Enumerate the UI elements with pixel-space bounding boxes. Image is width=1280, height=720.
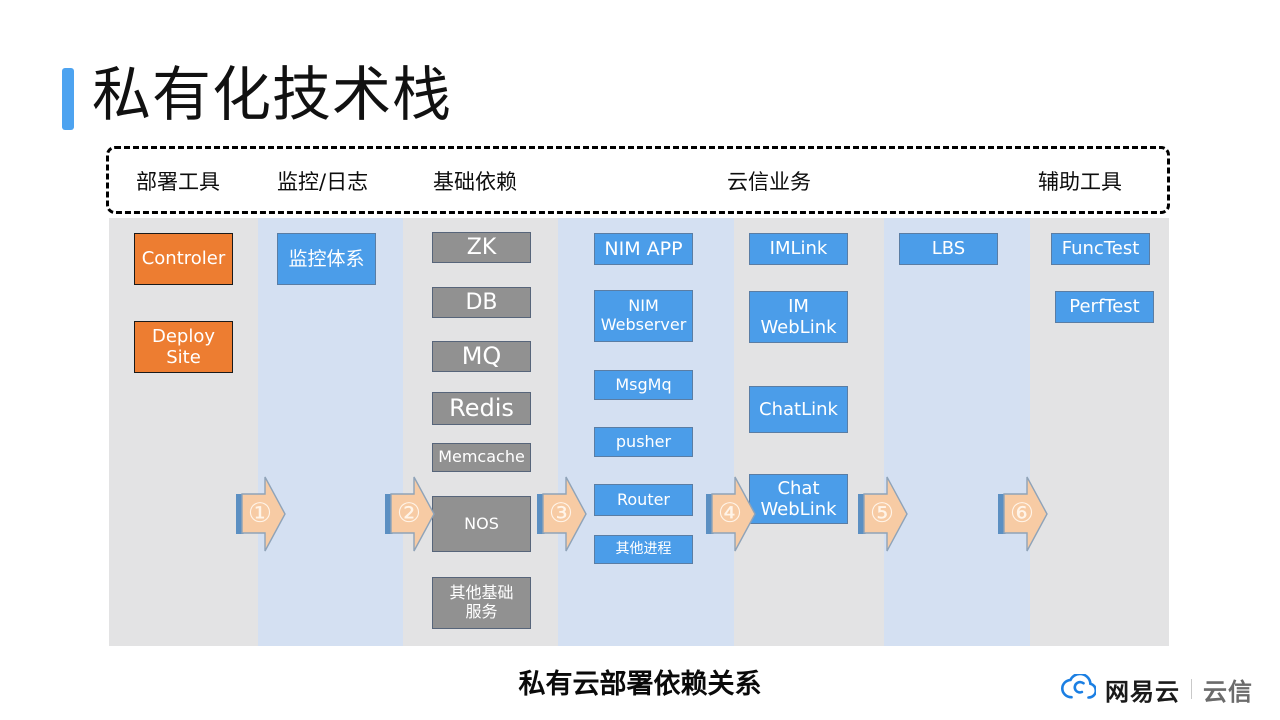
- arrow-chevron-icon: [390, 476, 435, 552]
- arrow-chevron-icon: [863, 476, 908, 552]
- node-deploy-site[interactable]: Deploy Site: [134, 321, 233, 373]
- flow-arrow-2: ②: [385, 476, 435, 552]
- node-zk[interactable]: ZK: [432, 232, 531, 263]
- node-chatlink[interactable]: ChatLink: [749, 386, 848, 433]
- title-accent-bar: [62, 68, 74, 130]
- arrow-chevron-icon: [542, 476, 587, 552]
- flow-arrow-6: ⑥: [998, 476, 1048, 552]
- category-label-1: 监控/日志: [277, 170, 369, 194]
- category-label-3: 云信业务: [727, 170, 811, 194]
- node-nim-webserver[interactable]: NIM Webserver: [594, 290, 693, 342]
- node-perftest[interactable]: PerfTest: [1055, 291, 1154, 323]
- node-im-weblink[interactable]: IM WebLink: [749, 291, 848, 343]
- cloud-icon: [1060, 672, 1098, 705]
- arrow-chevron-icon: [241, 476, 286, 552]
- node-nos[interactable]: NOS: [432, 496, 531, 552]
- node-mq[interactable]: MQ: [432, 341, 531, 372]
- arrow-chevron-icon: [711, 476, 756, 552]
- node-chat-weblink[interactable]: Chat WebLink: [749, 474, 848, 524]
- node-imlink[interactable]: IMLink: [749, 233, 848, 265]
- flow-arrow-1: ①: [236, 476, 286, 552]
- node-memcache[interactable]: Memcache: [432, 443, 531, 472]
- node-lbs[interactable]: LBS: [899, 233, 998, 265]
- category-label-0: 部署工具: [136, 170, 220, 194]
- category-header-band: [106, 146, 1170, 214]
- node-controler[interactable]: Controler: [134, 233, 233, 285]
- page-title: 私有化技术栈: [92, 60, 453, 129]
- logo-brand-text: 网易云: [1105, 677, 1180, 706]
- node-监控体系[interactable]: 监控体系: [277, 233, 376, 285]
- column-band-lbs-layer: [884, 218, 1030, 646]
- category-label-2: 基础依赖: [433, 170, 517, 194]
- column-band-aux-tools: [1030, 218, 1169, 646]
- flow-arrow-5: ⑤: [858, 476, 908, 552]
- category-label-4: 辅助工具: [1038, 170, 1122, 194]
- node-db[interactable]: DB: [432, 287, 531, 318]
- node-pusher[interactable]: pusher: [594, 427, 693, 457]
- node-redis[interactable]: Redis: [432, 392, 531, 425]
- flow-arrow-4: ④: [706, 476, 756, 552]
- node-nim-app[interactable]: NIM APP: [594, 233, 693, 265]
- node-router[interactable]: Router: [594, 484, 693, 516]
- logo-sub-text: 云信: [1203, 677, 1253, 706]
- flow-arrow-3: ③: [537, 476, 587, 552]
- brand-logo: 网易云 云信: [1060, 672, 1253, 706]
- node-其他基础-服务[interactable]: 其他基础 服务: [432, 577, 531, 629]
- node-msgmq[interactable]: MsgMq: [594, 370, 693, 400]
- node-functest[interactable]: FuncTest: [1051, 233, 1150, 265]
- node-其他进程[interactable]: 其他进程: [594, 535, 693, 564]
- arrow-chevron-icon: [1003, 476, 1048, 552]
- logo-divider: [1191, 679, 1192, 699]
